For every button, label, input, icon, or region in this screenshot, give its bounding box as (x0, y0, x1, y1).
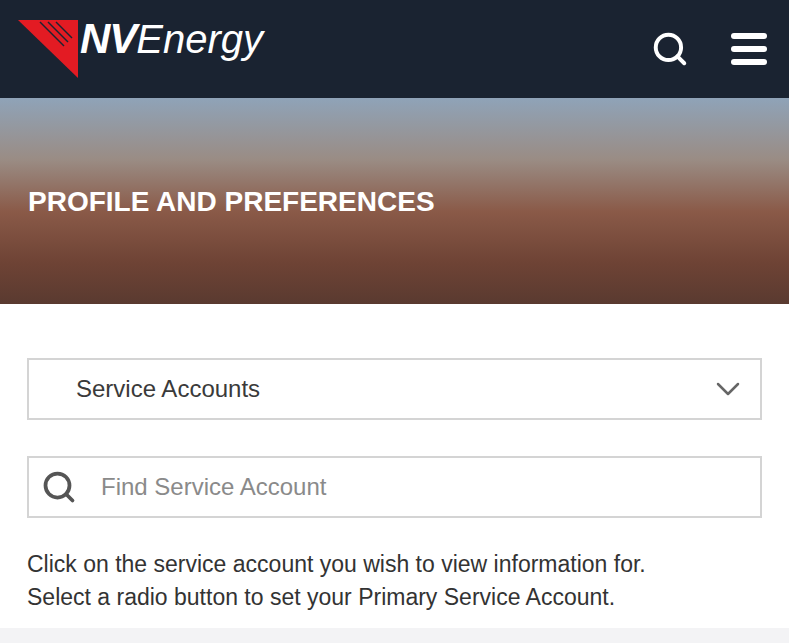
find-account-field[interactable] (27, 456, 762, 518)
dropdown-label: Service Accounts (76, 371, 260, 407)
search-field-icon (41, 469, 77, 505)
logo-triangle-icon (18, 20, 78, 78)
hero-banner: PROFILE AND PREFERENCES (0, 98, 789, 304)
bottom-strip (0, 628, 789, 643)
search-icon[interactable] (651, 30, 689, 68)
top-bar: NVEnergy (0, 0, 789, 98)
chevron-down-icon (708, 369, 748, 409)
content: Service Accounts Click on the service acc… (0, 304, 789, 628)
page: NVEnergy PROFILE AND PREFERENCES Service A… (0, 0, 789, 643)
instruction-line: Click on the service account you wish to… (27, 548, 762, 581)
logo-energy: Energy (136, 19, 263, 59)
instructions: Click on the service account you wish to… (27, 548, 762, 614)
find-account-input[interactable] (101, 469, 748, 505)
menu-icon[interactable] (731, 33, 767, 65)
page-title: PROFILE AND PREFERENCES (28, 184, 435, 219)
logo-nv: NV (80, 18, 136, 60)
nv-energy-logo[interactable]: NVEnergy (18, 20, 263, 78)
instruction-line: Select a radio button to set your Primar… (27, 581, 762, 614)
service-accounts-dropdown[interactable]: Service Accounts (27, 358, 762, 420)
